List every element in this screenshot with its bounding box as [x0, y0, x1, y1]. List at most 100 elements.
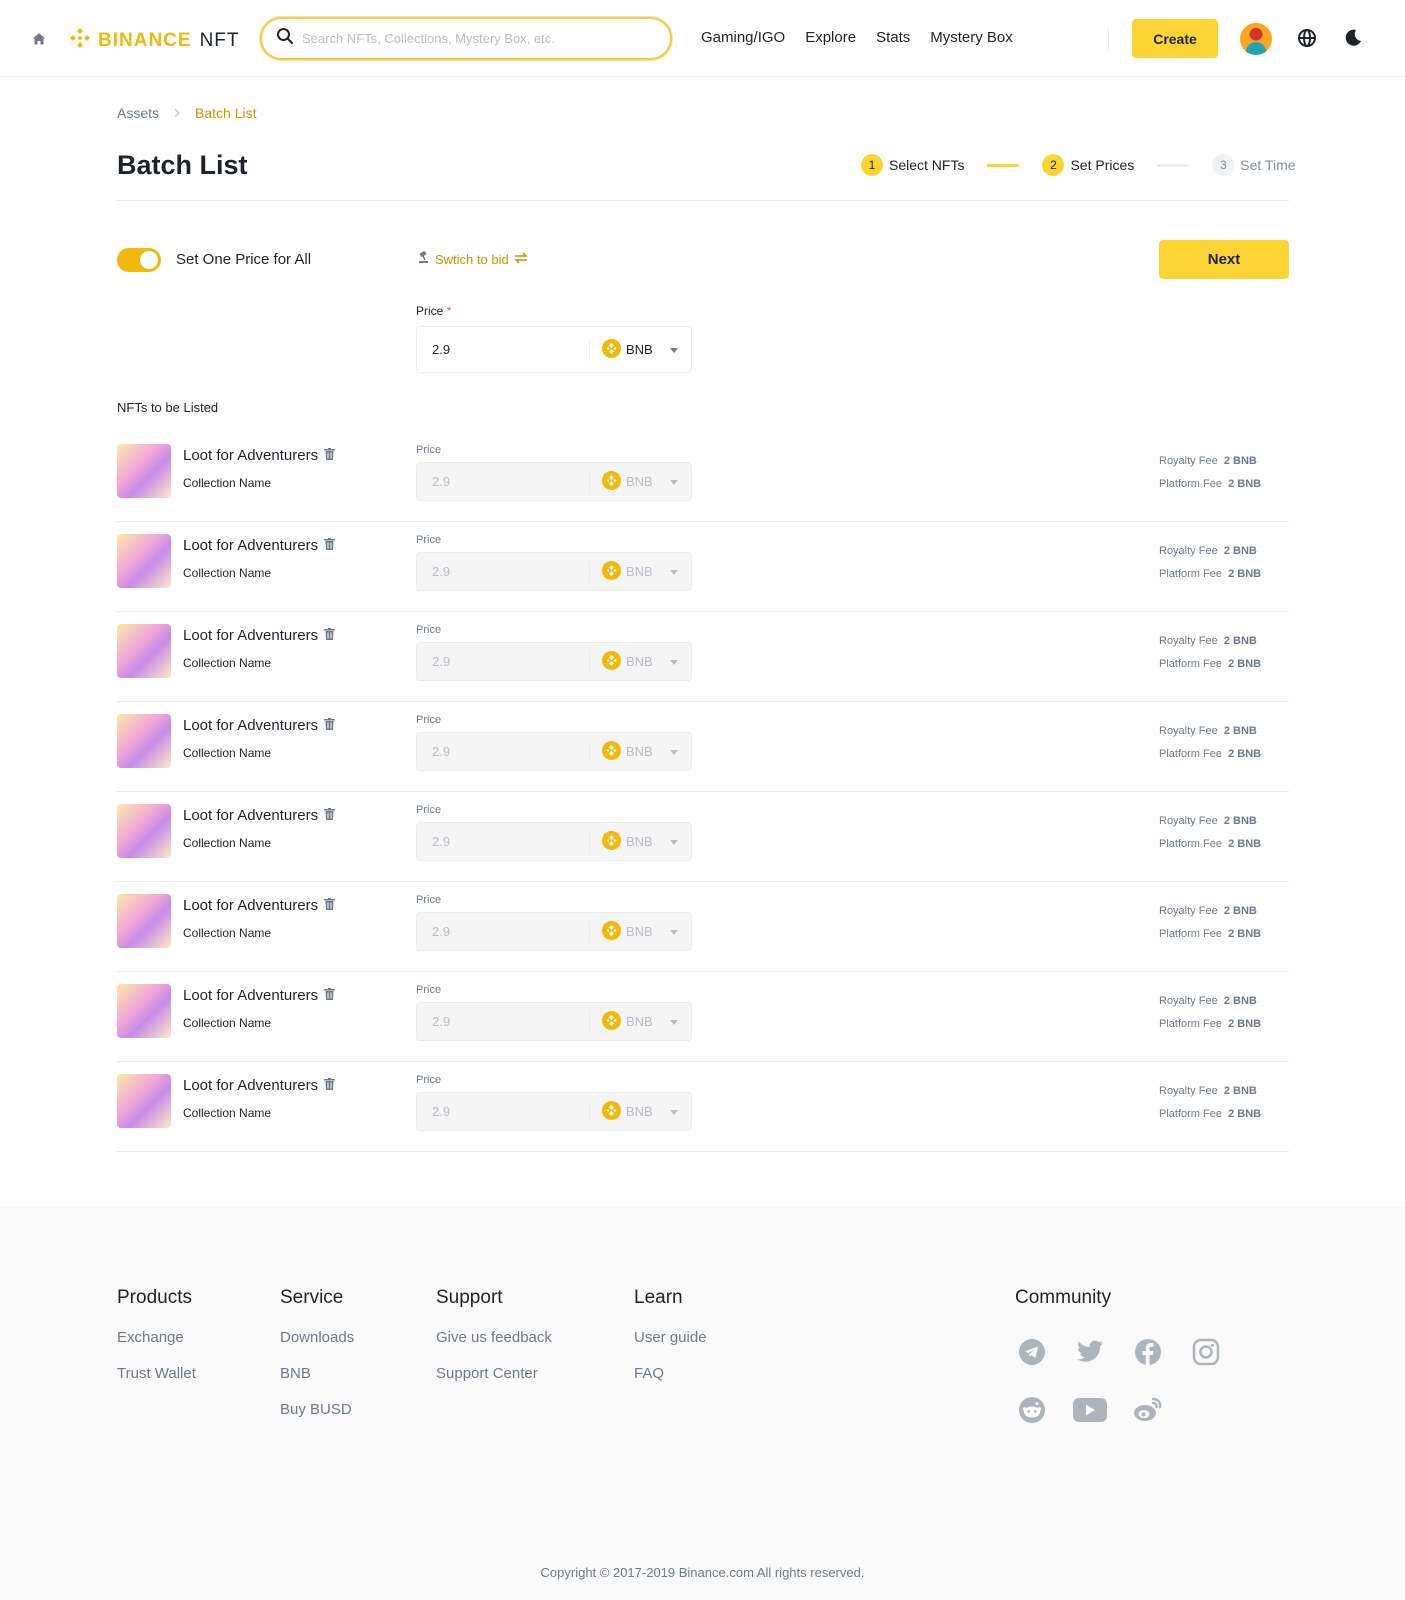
- weibo-icon[interactable]: [1131, 1393, 1165, 1427]
- row-currency-select: BNB: [590, 470, 678, 493]
- trash-icon[interactable]: [324, 987, 336, 1004]
- nft-thumbnail[interactable]: [117, 714, 171, 768]
- footer-link-trust-wallet[interactable]: Trust Wallet: [117, 1365, 196, 1382]
- footer-col-learn: Learn User guide FAQ: [634, 1287, 707, 1401]
- row-price-label: Price: [416, 894, 442, 906]
- breadcrumb-assets[interactable]: Assets: [117, 105, 159, 121]
- fee-info: Royalty Fee 2 BNB Platform Fee 2 BNB: [1159, 990, 1261, 1036]
- footer-link-exchange[interactable]: Exchange: [117, 1329, 196, 1346]
- page-title: Batch List: [117, 150, 248, 180]
- caret-down-icon: [669, 1104, 678, 1119]
- nav-explore[interactable]: Explore: [805, 29, 856, 46]
- royalty-fee-label: Royalty Fee: [1159, 455, 1218, 467]
- nft-thumbnail[interactable]: [117, 1074, 171, 1128]
- binance-nft-logo[interactable]: BINANCE NFT: [68, 26, 240, 55]
- step-connector: [1157, 163, 1190, 167]
- next-button[interactable]: Next: [1159, 240, 1289, 279]
- caret-down-icon: [669, 834, 678, 849]
- footer-col-community: Community: [1015, 1287, 1111, 1329]
- main-nav: Gaming/IGO Explore Stats Mystery Box: [701, 29, 1013, 46]
- home-icon[interactable]: [27, 27, 51, 51]
- platform-fee: Platform Fee 2 BNB: [1159, 833, 1261, 856]
- footer-link-downloads[interactable]: Downloads: [280, 1329, 354, 1346]
- globe-icon[interactable]: [1297, 28, 1317, 53]
- royalty-fee-value: 2 BNB: [1223, 815, 1257, 827]
- currency-label: BNB: [626, 654, 653, 669]
- facebook-icon[interactable]: [1131, 1335, 1165, 1369]
- nft-thumbnail[interactable]: [117, 624, 171, 678]
- footer-col-title: Learn: [634, 1287, 683, 1308]
- fee-info: Royalty Fee 2 BNB Platform Fee 2 BNB: [1159, 630, 1261, 676]
- caret-down-icon: [669, 924, 678, 939]
- footer-link-feedback[interactable]: Give us feedback: [436, 1329, 552, 1346]
- nft-name-text: Loot for Adventurers: [183, 447, 319, 464]
- nft-title: Loot for Adventurers: [183, 807, 336, 824]
- nav-stats[interactable]: Stats: [876, 29, 910, 46]
- fee-info: Royalty Fee 2 BNB Platform Fee 2 BNB: [1159, 450, 1261, 496]
- nft-thumbnail[interactable]: [117, 534, 171, 588]
- footer-link-support-center[interactable]: Support Center: [436, 1365, 552, 1382]
- platform-fee-label: Platform Fee: [1159, 478, 1222, 490]
- nav-divider: [1108, 28, 1109, 50]
- nft-thumbnail[interactable]: [117, 894, 171, 948]
- step-connector: [987, 163, 1020, 167]
- platform-fee: Platform Fee 2 BNB: [1159, 1103, 1261, 1126]
- row-price-input: [417, 834, 589, 849]
- global-price-input[interactable]: [417, 342, 589, 357]
- nft-thumbnail[interactable]: [117, 444, 171, 498]
- currency-label: BNB: [626, 924, 653, 939]
- nav-gaming-igo[interactable]: Gaming/IGO: [701, 29, 785, 46]
- platform-fee-value: 2 BNB: [1228, 1018, 1262, 1030]
- search-bar[interactable]: [260, 17, 672, 60]
- search-input[interactable]: [302, 31, 642, 46]
- twitter-icon[interactable]: [1073, 1335, 1107, 1369]
- nav-mystery-box[interactable]: Mystery Box: [930, 29, 1013, 46]
- royalty-fee-value: 2 BNB: [1223, 635, 1257, 647]
- footer-link-user-guide[interactable]: User guide: [634, 1329, 707, 1346]
- trash-icon[interactable]: [324, 447, 336, 464]
- platform-fee: Platform Fee 2 BNB: [1159, 743, 1261, 766]
- dark-mode-moon-icon[interactable]: [1343, 28, 1363, 53]
- nft-thumbnail[interactable]: [117, 804, 171, 858]
- nft-thumbnail[interactable]: [117, 984, 171, 1038]
- row-price-field: BNB: [416, 462, 692, 501]
- royalty-fee: Royalty Fee 2 BNB: [1159, 900, 1261, 923]
- nft-name-text: Loot for Adventurers: [183, 807, 319, 824]
- bnb-coin-icon: [602, 1100, 621, 1123]
- telegram-icon[interactable]: [1015, 1335, 1049, 1369]
- trash-icon[interactable]: [324, 537, 336, 554]
- switch-to-bid-link[interactable]: Swtich to bid: [417, 251, 528, 267]
- row-price-input: [417, 654, 589, 669]
- collection-name: Collection Name: [183, 1016, 272, 1030]
- step-set-prices: 2 Set Prices: [1042, 154, 1134, 176]
- trash-icon[interactable]: [324, 627, 336, 644]
- row-price-input: [417, 564, 589, 579]
- youtube-icon[interactable]: [1073, 1393, 1107, 1427]
- royalty-fee-label: Royalty Fee: [1159, 905, 1218, 917]
- footer-link-faq[interactable]: FAQ: [634, 1365, 707, 1382]
- currency-select[interactable]: BNB: [590, 338, 678, 361]
- trash-icon[interactable]: [324, 807, 336, 824]
- nft-title: Loot for Adventurers: [183, 717, 336, 734]
- platform-fee-value: 2 BNB: [1228, 1108, 1262, 1120]
- instagram-icon[interactable]: [1189, 1335, 1223, 1369]
- avatar[interactable]: [1240, 23, 1272, 55]
- platform-fee-label: Platform Fee: [1159, 838, 1222, 850]
- fee-info: Royalty Fee 2 BNB Platform Fee 2 BNB: [1159, 1080, 1261, 1126]
- list-item: Loot for Adventurers Collection Name Pri…: [117, 1062, 1289, 1152]
- create-button[interactable]: Create: [1132, 19, 1218, 58]
- trash-icon[interactable]: [324, 1077, 336, 1094]
- bnb-coin-icon: [602, 338, 621, 361]
- collection-name: Collection Name: [183, 746, 272, 760]
- reddit-icon[interactable]: [1015, 1393, 1049, 1427]
- row-price-label: Price: [416, 624, 442, 636]
- trash-icon[interactable]: [324, 717, 336, 734]
- trash-icon[interactable]: [324, 897, 336, 914]
- one-price-toggle[interactable]: [117, 248, 161, 272]
- royalty-fee-value: 2 BNB: [1223, 725, 1257, 737]
- royalty-fee: Royalty Fee 2 BNB: [1159, 540, 1261, 563]
- footer-link-buy-busd[interactable]: Buy BUSD: [280, 1401, 354, 1418]
- footer-link-bnb[interactable]: BNB: [280, 1365, 354, 1382]
- royalty-fee-label: Royalty Fee: [1159, 1085, 1218, 1097]
- row-price-input: [417, 924, 589, 939]
